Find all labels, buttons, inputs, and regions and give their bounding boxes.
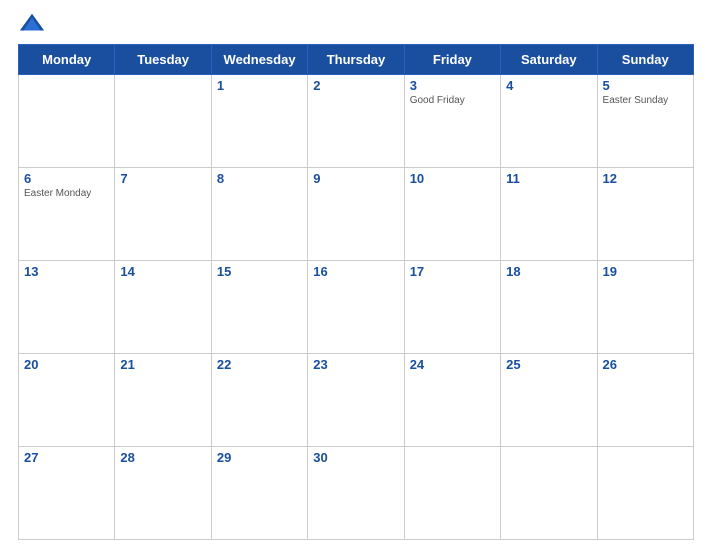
day-number: 20 [24, 357, 109, 372]
calendar-cell: 14 [115, 261, 211, 354]
calendar-cell: 25 [501, 354, 597, 447]
calendar-cell: 28 [115, 447, 211, 540]
calendar-cell: 20 [19, 354, 115, 447]
calendar-cell: 24 [404, 354, 500, 447]
calendar-cell: 5 Easter Sunday [597, 75, 693, 168]
calendar-cell [597, 447, 693, 540]
calendar-cell: 1 [211, 75, 307, 168]
day-number: 6 [24, 171, 109, 186]
calendar-cell: 10 [404, 168, 500, 261]
day-number: 16 [313, 264, 398, 279]
day-number: 8 [217, 171, 302, 186]
day-number: 2 [313, 78, 398, 93]
day-number: 5 [603, 78, 688, 93]
day-number: 23 [313, 357, 398, 372]
calendar-cell: 9 [308, 168, 404, 261]
day-number: 22 [217, 357, 302, 372]
day-number: 3 [410, 78, 495, 93]
day-header-wednesday: Wednesday [211, 45, 307, 75]
day-number: 18 [506, 264, 591, 279]
day-number: 25 [506, 357, 591, 372]
day-number: 9 [313, 171, 398, 186]
day-number: 15 [217, 264, 302, 279]
calendar-week-row: 123 Good Friday 45 Easter Sunday [19, 75, 694, 168]
calendar-cell: 27 [19, 447, 115, 540]
calendar-cell: 3 Good Friday [404, 75, 500, 168]
day-number: 4 [506, 78, 591, 93]
calendar-cell: 23 [308, 354, 404, 447]
calendar-header-row: MondayTuesdayWednesdayThursdayFridaySatu… [19, 45, 694, 75]
calendar-cell: 29 [211, 447, 307, 540]
day-number: 17 [410, 264, 495, 279]
day-number: 12 [603, 171, 688, 186]
calendar-cell: 15 [211, 261, 307, 354]
calendar-cell: 30 [308, 447, 404, 540]
day-number: 26 [603, 357, 688, 372]
calendar-cell: 16 [308, 261, 404, 354]
holiday-label: Easter Sunday [603, 95, 688, 106]
calendar-cell [404, 447, 500, 540]
calendar-cell: 13 [19, 261, 115, 354]
calendar-cell: 17 [404, 261, 500, 354]
calendar-cell: 12 [597, 168, 693, 261]
calendar-week-row: 27 28 29 30 [19, 447, 694, 540]
holiday-label: Easter Monday [24, 188, 109, 199]
calendar-week-row: 20 21 22 23 24 25 26 [19, 354, 694, 447]
calendar-week-row: 6 Easter Monday 789 10 11 12 [19, 168, 694, 261]
day-header-friday: Friday [404, 45, 500, 75]
calendar-header [18, 10, 694, 38]
calendar-cell [501, 447, 597, 540]
day-number: 30 [313, 450, 398, 465]
holiday-label: Good Friday [410, 95, 495, 106]
day-number: 28 [120, 450, 205, 465]
day-number: 1 [217, 78, 302, 93]
day-number: 27 [24, 450, 109, 465]
calendar-cell: 18 [501, 261, 597, 354]
day-number: 19 [603, 264, 688, 279]
logo [18, 10, 50, 38]
day-header-sunday: Sunday [597, 45, 693, 75]
calendar-cell [115, 75, 211, 168]
day-number: 14 [120, 264, 205, 279]
day-number: 10 [410, 171, 495, 186]
calendar-cell: 22 [211, 354, 307, 447]
calendar-cell: 26 [597, 354, 693, 447]
calendar-cell: 7 [115, 168, 211, 261]
calendar-cell [19, 75, 115, 168]
day-header-saturday: Saturday [501, 45, 597, 75]
calendar-cell: 8 [211, 168, 307, 261]
day-number: 29 [217, 450, 302, 465]
day-header-monday: Monday [19, 45, 115, 75]
day-header-tuesday: Tuesday [115, 45, 211, 75]
day-number: 7 [120, 171, 205, 186]
calendar-cell: 4 [501, 75, 597, 168]
calendar-cell: 19 [597, 261, 693, 354]
calendar-cell: 6 Easter Monday [19, 168, 115, 261]
day-number: 13 [24, 264, 109, 279]
day-number: 11 [506, 171, 591, 186]
calendar-cell: 21 [115, 354, 211, 447]
day-header-thursday: Thursday [308, 45, 404, 75]
calendar-cell: 11 [501, 168, 597, 261]
day-number: 21 [120, 357, 205, 372]
day-number: 24 [410, 357, 495, 372]
calendar-week-row: 13 14 15 16 17 18 19 [19, 261, 694, 354]
calendar-table: MondayTuesdayWednesdayThursdayFridaySatu… [18, 44, 694, 540]
calendar-cell: 2 [308, 75, 404, 168]
logo-bird-icon [18, 10, 46, 38]
